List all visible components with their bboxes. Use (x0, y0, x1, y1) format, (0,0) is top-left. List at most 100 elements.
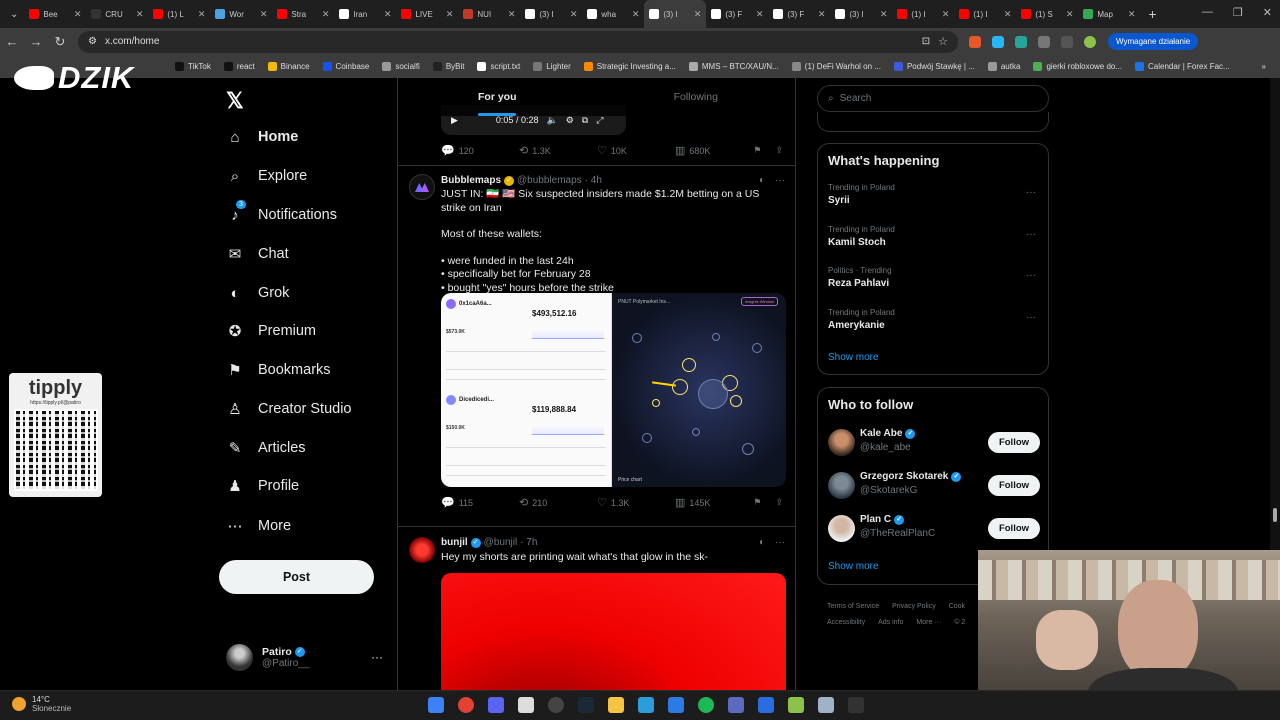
footer-link[interactable]: Ads info (878, 619, 903, 626)
post-author-handle[interactable]: @bunjil (484, 537, 518, 548)
chrome-icon[interactable] (458, 697, 474, 713)
nav-item-explore[interactable]: ⌕ Explore (226, 167, 307, 185)
post-author-name[interactable]: bunjil (441, 537, 468, 548)
close-tab-icon[interactable]: ✕ (508, 9, 516, 20)
footer-link[interactable]: More ··· (916, 619, 941, 626)
site-info-icon[interactable]: ⚙ (88, 36, 97, 47)
bookmark-item[interactable]: Lighter (533, 62, 571, 71)
minimize-icon[interactable]: — (1202, 6, 1213, 19)
close-tab-icon[interactable]: ✕ (1004, 9, 1012, 20)
views-button[interactable]: ▥ 145K (675, 496, 753, 509)
forward-icon[interactable]: → (24, 34, 48, 49)
bookmark-item[interactable]: gierki robloxowe do... (1033, 62, 1122, 71)
more-options-icon[interactable]: ··· (1026, 270, 1036, 281)
browser-tab[interactable]: Stra ✕ (272, 0, 334, 28)
follow-suggestion[interactable]: Plan C ✓ @TheRealPlanC Follow (828, 514, 1040, 544)
reply-button[interactable]: 💬 120 (441, 144, 519, 157)
bookmark-item[interactable]: Strategic Investing a... (583, 62, 676, 71)
more-options-icon[interactable]: ··· (775, 175, 785, 186)
new-tab-icon[interactable]: + (1140, 6, 1164, 22)
nav-item-profile[interactable]: ♟ Profile (226, 477, 299, 495)
show-more-link[interactable]: Show more (828, 561, 879, 572)
close-tab-icon[interactable]: ✕ (694, 9, 702, 20)
close-tab-icon[interactable]: ✕ (322, 9, 330, 20)
bookmark-item[interactable]: autka (987, 62, 1020, 71)
url-text[interactable]: x.com/home (105, 36, 914, 47)
maximize-icon[interactable]: ❐ (1233, 6, 1243, 19)
omnibox[interactable]: ⚙ x.com/home ⊡ ☆ (78, 30, 958, 53)
install-icon[interactable]: ⊡ (922, 36, 930, 47)
trend-item[interactable]: Politics · Trending Reza Pahlavi ··· (828, 266, 1040, 289)
action-required-button[interactable]: Wymagane działanie (1108, 33, 1199, 50)
x-logo-icon[interactable]: 𝕏 (226, 88, 244, 114)
repost-button[interactable]: ⟲ 1.3K (519, 144, 597, 157)
post-time[interactable]: · 7h (520, 537, 537, 548)
close-tab-icon[interactable]: ✕ (632, 9, 640, 20)
views-button[interactable]: ▥ 680K (675, 144, 753, 157)
more-bookmarks-icon[interactable]: » (1262, 62, 1266, 71)
more-options-icon[interactable]: ··· (775, 537, 785, 548)
spotify-icon[interactable] (698, 697, 714, 713)
more-options-icon[interactable]: ··· (1026, 229, 1036, 240)
browser-tab[interactable]: (1) I ✕ (892, 0, 954, 28)
notepad-icon[interactable] (818, 697, 834, 713)
nav-item-grok[interactable]: ◐ Grok (226, 284, 289, 302)
bookmark-star-icon[interactable]: ☆ (938, 35, 948, 48)
discord-icon[interactable] (488, 697, 504, 713)
like-button[interactable]: ♡ 1.3K (597, 496, 675, 509)
footer-link[interactable]: Cook (949, 603, 965, 610)
tab-list-icon[interactable]: ⌄ (4, 9, 24, 20)
windows-icon[interactable] (428, 697, 444, 713)
nav-item-articles[interactable]: ✎ Articles (226, 439, 306, 457)
browser-tab[interactable]: (1) I ✕ (954, 0, 1016, 28)
browser-tab[interactable]: (3) F ✕ (706, 0, 768, 28)
bookmark-icon[interactable]: ⚑ (753, 145, 761, 156)
terminal-icon[interactable] (848, 697, 864, 713)
browser-tab[interactable]: (3) F ✕ (768, 0, 830, 28)
follow-button[interactable]: Follow (988, 475, 1040, 496)
steam-icon[interactable] (578, 697, 594, 713)
nav-item-home[interactable]: ⌂ Home (226, 128, 298, 146)
close-tab-icon[interactable]: ✕ (260, 9, 268, 20)
bookmark-item[interactable]: Binance (267, 62, 310, 71)
bookmark-item[interactable]: (1) DeFi Warhol on ... (791, 62, 881, 71)
post-media[interactable]: 0x1caA6a... $493,512.16 $573.0K Dicedice… (441, 293, 786, 487)
more-options-icon[interactable]: ··· (1026, 187, 1036, 198)
search-input[interactable] (839, 93, 1030, 104)
weather-widget[interactable]: 14°C Słonecznie (12, 695, 71, 713)
grok-icon[interactable]: ◐ (759, 537, 765, 548)
close-tab-icon[interactable]: ✕ (756, 9, 764, 20)
tab-following[interactable]: Following (597, 78, 796, 116)
browser-tab[interactable]: Iran ✕ (334, 0, 396, 28)
footer-link[interactable]: © 2 (954, 619, 965, 626)
share-icon[interactable]: ⇪ (775, 497, 783, 508)
follow-button[interactable]: Follow (988, 518, 1040, 539)
close-tab-icon[interactable]: ✕ (136, 9, 144, 20)
tab-for-you[interactable]: For you (398, 78, 597, 116)
fullscreen-icon[interactable]: ⤢ (596, 115, 603, 126)
extension-icon[interactable] (969, 35, 981, 48)
app-icon[interactable] (518, 697, 534, 713)
bookmark-item[interactable]: Podwój Stawkę | ... (893, 62, 975, 71)
nav-item-chat[interactable]: ✉ Chat (226, 245, 289, 263)
capcut-icon[interactable] (758, 697, 774, 713)
app-icon[interactable] (728, 697, 744, 713)
more-options-icon[interactable]: ··· (371, 650, 383, 664)
close-tab-icon[interactable]: ✕ (570, 9, 578, 20)
close-tab-icon[interactable]: ✕ (384, 9, 392, 20)
like-button[interactable]: ♡ 10K (597, 144, 675, 157)
close-tab-icon[interactable]: ✕ (818, 9, 826, 20)
account-switcher[interactable]: Patiro ✓ @Patiro__ (226, 644, 309, 671)
browser-tab[interactable]: CRU ✕ (86, 0, 148, 28)
close-tab-icon[interactable]: ✕ (1066, 9, 1074, 20)
close-tab-icon[interactable]: ✕ (74, 9, 82, 20)
trend-item[interactable]: Trending in Poland Amerykanie ··· (828, 308, 1040, 331)
close-tab-icon[interactable]: ✕ (198, 9, 206, 20)
browser-tab[interactable]: Bee ✕ (24, 0, 86, 28)
bookmark-item[interactable]: script.txt (477, 62, 520, 71)
close-window-icon[interactable]: ✕ (1263, 6, 1272, 19)
browser-tab[interactable]: Map ✕ (1078, 0, 1140, 28)
close-tab-icon[interactable]: ✕ (446, 9, 454, 20)
close-tab-icon[interactable]: ✕ (1128, 9, 1136, 20)
explorer-icon[interactable] (608, 697, 624, 713)
